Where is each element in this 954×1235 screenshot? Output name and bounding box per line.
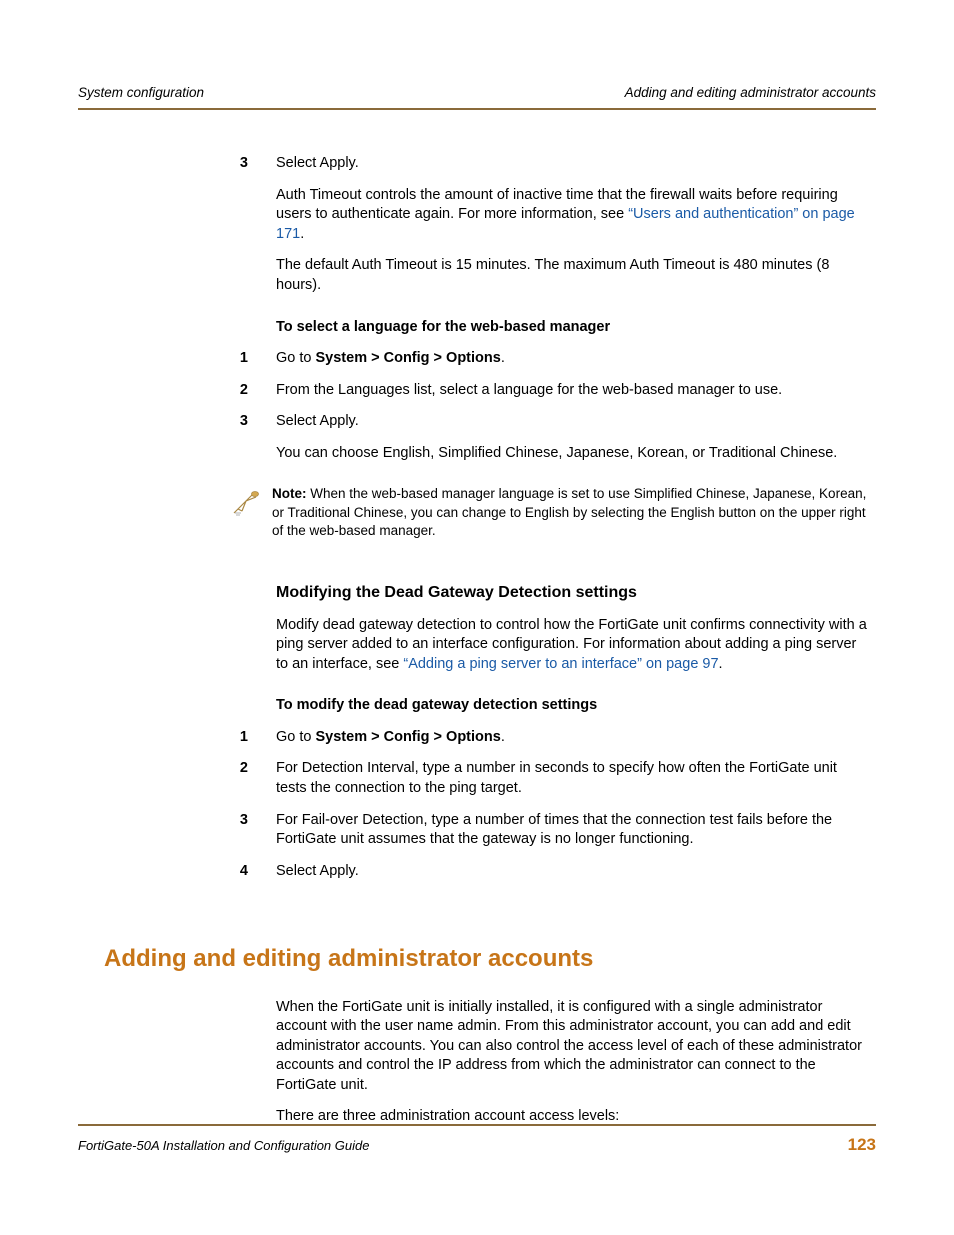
note-body: When the web-based manager language is s… bbox=[272, 486, 866, 537]
content-column: 3 Select Apply. Auth Timeout controls th… bbox=[276, 154, 870, 881]
step-text: Go to System > Config > Options. bbox=[276, 728, 870, 748]
text-fragment: . bbox=[501, 729, 505, 745]
chapter-heading: Adding and editing administrator account… bbox=[104, 943, 876, 975]
step-text: Select Apply. bbox=[276, 412, 870, 432]
step-number: 2 bbox=[236, 759, 276, 798]
text-fragment: Go to bbox=[276, 350, 316, 366]
step-text: Select Apply. bbox=[276, 862, 870, 882]
note-label: Note: bbox=[272, 486, 310, 501]
text-fragment: . bbox=[300, 226, 304, 242]
footer-title: FortiGate-50A Installation and Configura… bbox=[78, 1137, 369, 1155]
paragraph: When the FortiGate unit is initially ins… bbox=[276, 998, 870, 1096]
step-number: 2 bbox=[236, 381, 276, 401]
step-number: 3 bbox=[236, 154, 276, 174]
page-header: System configuration Adding and editing … bbox=[78, 84, 876, 110]
step-row: 2 For Detection Interval, type a number … bbox=[276, 759, 870, 798]
section-heading: Modifying the Dead Gateway Detection set… bbox=[276, 582, 870, 604]
step-number: 3 bbox=[236, 412, 276, 432]
text-fragment: . bbox=[501, 350, 505, 366]
step-number: 1 bbox=[236, 728, 276, 748]
step-row: 1 Go to System > Config > Options. bbox=[276, 349, 870, 369]
step-text: From the Languages list, select a langua… bbox=[276, 381, 870, 401]
step-row: 2 From the Languages list, select a lang… bbox=[276, 381, 870, 401]
step-number: 1 bbox=[236, 349, 276, 369]
step-number: 3 bbox=[236, 811, 276, 850]
paragraph: You can choose English, Simplified Chine… bbox=[276, 444, 870, 464]
step-row: 1 Go to System > Config > Options. bbox=[276, 728, 870, 748]
nav-path: System > Config > Options bbox=[316, 729, 501, 745]
note-icon bbox=[232, 485, 272, 524]
procedure-heading: To select a language for the web-based m… bbox=[276, 318, 870, 338]
text-fragment: Go to bbox=[276, 729, 316, 745]
header-right: Adding and editing administrator account… bbox=[625, 84, 876, 102]
paragraph: The default Auth Timeout is 15 minutes. … bbox=[276, 256, 870, 295]
step-row: 4 Select Apply. bbox=[276, 862, 870, 882]
header-left: System configuration bbox=[78, 84, 204, 102]
page-number: 123 bbox=[848, 1134, 876, 1157]
paragraph: Modify dead gateway detection to control… bbox=[276, 616, 870, 675]
page-footer: FortiGate-50A Installation and Configura… bbox=[78, 1124, 876, 1157]
step-text: Select Apply. bbox=[276, 154, 870, 174]
paragraph: Auth Timeout controls the amount of inac… bbox=[276, 186, 870, 245]
step-text: For Detection Interval, type a number in… bbox=[276, 759, 870, 798]
cross-ref-link[interactable]: “Adding a ping server to an interface” o… bbox=[403, 656, 718, 672]
note-block: Note: When the web-based manager languag… bbox=[276, 485, 870, 540]
step-text: For Fail-over Detection, type a number o… bbox=[276, 811, 870, 850]
note-text: Note: When the web-based manager languag… bbox=[272, 485, 870, 540]
step-row: 3 For Fail-over Detection, type a number… bbox=[276, 811, 870, 850]
step-number: 4 bbox=[236, 862, 276, 882]
text-fragment: . bbox=[719, 656, 723, 672]
step-row: 3 Select Apply. bbox=[276, 154, 870, 174]
step-row: 3 Select Apply. bbox=[276, 412, 870, 432]
content-column: When the FortiGate unit is initially ins… bbox=[276, 998, 870, 1127]
step-text: Go to System > Config > Options. bbox=[276, 349, 870, 369]
nav-path: System > Config > Options bbox=[316, 350, 501, 366]
procedure-heading: To modify the dead gateway detection set… bbox=[276, 696, 870, 716]
